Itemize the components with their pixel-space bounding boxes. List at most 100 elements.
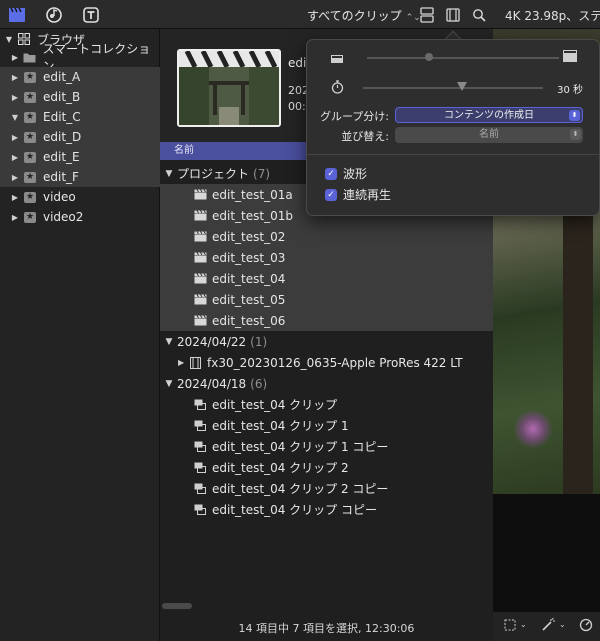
list-item-label: edit_test_06: [212, 313, 286, 328]
sidebar-item-label: edit_F: [43, 170, 79, 184]
disclosure-closed-icon[interactable]: ▶: [10, 73, 20, 82]
group-by-label: グループ分け:: [319, 110, 389, 123]
sidebar-item-edit-a[interactable]: ▶ ★ edit_A: [0, 67, 160, 87]
list-item[interactable]: edit_test_03: [160, 247, 493, 268]
project-clapper-icon: [193, 273, 207, 285]
clip-height-slider-knob[interactable]: [425, 53, 433, 61]
sidebar-item-edit-e[interactable]: ▶ ★ edit_E: [0, 147, 160, 167]
list-item-label: edit_test_04 クリップ: [212, 398, 338, 412]
disclosure-closed-icon[interactable]: ▶: [10, 193, 20, 202]
sidebar-item-edit-f[interactable]: ▶ ★ edit_F: [0, 167, 160, 187]
large-clip-height-icon: [563, 50, 577, 65]
disclosure-open-icon[interactable]: ▼: [10, 113, 20, 122]
group-label: 2024/04/18: [177, 376, 247, 391]
list-item-label: fx30_20230126_0635-Apple ProRes 422 LT: [207, 355, 463, 370]
waveforms-option[interactable]: ✓ 波形: [325, 165, 367, 182]
project-clapper-icon: [193, 315, 207, 327]
group-label: 2024/04/22: [177, 334, 247, 349]
popover-divider: [307, 154, 600, 155]
search-icon[interactable]: [469, 5, 489, 25]
clapper-library-icon[interactable]: [7, 5, 27, 25]
group-header-2024-04-18[interactable]: ▼ 2024/04/18 (6): [160, 373, 493, 394]
list-item[interactable]: edit_test_04 クリップ: [160, 394, 493, 415]
list-item[interactable]: ▶ fx30_20230126_0635-Apple ProRes 422 LT: [160, 352, 493, 373]
compound-clip-icon: [193, 420, 207, 432]
list-item[interactable]: edit_test_02: [160, 226, 493, 247]
disclosure-closed-icon[interactable]: ▶: [10, 173, 20, 182]
waveforms-checkbox[interactable]: ✓: [325, 167, 337, 180]
compound-clip-icon: [193, 462, 207, 474]
list-item[interactable]: edit_test_06: [160, 310, 493, 331]
clip-appearance-filmstrip-icon[interactable]: [443, 5, 463, 25]
continuous-playback-checkbox[interactable]: ✓: [325, 188, 337, 201]
sidebar-item-edit-b[interactable]: ▶ ★ edit_B: [0, 87, 160, 107]
list-item[interactable]: edit_test_04: [160, 268, 493, 289]
disclosure-closed-icon[interactable]: ▶: [10, 133, 20, 142]
project-clapper-icon: [193, 189, 207, 201]
speed-retime-icon[interactable]: [579, 618, 593, 634]
horizontal-scrollbar[interactable]: [162, 603, 192, 609]
sidebar-item-smart-collections[interactable]: ▶ スマートコレクション: [0, 42, 160, 73]
chevron-down-icon[interactable]: ⌄: [559, 620, 566, 636]
sidebar-item-video2[interactable]: ▶ ★ video2: [0, 207, 160, 227]
list-item-label: edit_test_04: [212, 271, 286, 286]
duration-slider-knob[interactable]: [457, 82, 467, 91]
chevron-down-icon[interactable]: ⌄: [520, 620, 527, 636]
list-item-label: edit_test_04 クリップ 1: [212, 419, 349, 433]
disclosure-closed-icon[interactable]: ▶: [10, 53, 20, 62]
disclosure-open-icon[interactable]: ▼: [163, 379, 175, 389]
event-star-icon: ★: [24, 191, 36, 203]
disclosure-closed-icon[interactable]: ▶: [10, 93, 20, 102]
duration-slider-track[interactable]: [363, 87, 543, 89]
updown-chevron-icon: ⬍: [569, 110, 580, 121]
group-by-select[interactable]: コンテンツの作成日 ⬍: [395, 107, 583, 123]
disclosure-closed-icon[interactable]: ▶: [10, 213, 20, 222]
project-clapper-icon: [193, 210, 207, 222]
titles-generators-icon[interactable]: [81, 5, 101, 25]
disclosure-open-icon[interactable]: ▼: [4, 35, 14, 44]
group-by-value: コンテンツの作成日: [444, 110, 534, 121]
list-item[interactable]: edit_test_04 クリップ 2: [160, 457, 493, 478]
continuous-playback-option[interactable]: ✓ 連続再生: [325, 186, 391, 203]
project-thumbnail[interactable]: [177, 49, 281, 127]
list-item[interactable]: edit_test_04 クリップ 1: [160, 415, 493, 436]
disclosure-open-icon[interactable]: ▼: [163, 169, 175, 179]
list-item-label: edit_test_04 クリップ 2 コピー: [212, 482, 389, 496]
list-item[interactable]: edit_test_04 クリップ 2 コピー: [160, 478, 493, 499]
sort-by-select[interactable]: 名前 ⬍: [395, 127, 583, 143]
list-item-label: edit_test_01a: [212, 187, 293, 202]
list-item-label: edit_test_05: [212, 292, 286, 307]
clip-filter-dropdown[interactable]: すべてのクリップ ⌃⌄: [307, 7, 421, 24]
magic-wand-enhance-icon[interactable]: [541, 617, 555, 634]
compound-clip-icon: [193, 504, 207, 516]
event-star-icon: ★: [24, 91, 36, 103]
sidebar-item-video[interactable]: ▶ ★ video: [0, 187, 160, 207]
list-item[interactable]: edit_test_04 クリップ 1 コピー: [160, 436, 493, 457]
event-star-icon: ★: [24, 211, 36, 223]
list-item[interactable]: edit_test_05: [160, 289, 493, 310]
clip-height-slider-track[interactable]: [367, 57, 559, 59]
group-count: (1): [250, 334, 268, 349]
compound-clip-icon: [193, 399, 207, 411]
list-item-label: edit_test_04 クリップ コピー: [212, 503, 377, 517]
grid-browser-icon: [17, 32, 31, 46]
compound-clip-icon: [193, 483, 207, 495]
list-item-label: edit_test_02: [212, 229, 286, 244]
disclosure-closed-icon[interactable]: ▶: [10, 153, 20, 162]
libraries-sidebar: ▼ ブラウザ ▶ スマートコレクション ▶ ★ edit_A ▶ ★ edit_…: [0, 29, 160, 641]
list-item-label: edit_test_04 クリップ 1 コピー: [212, 440, 389, 454]
list-item-label: edit_test_03: [212, 250, 286, 265]
list-view-icon[interactable]: [417, 5, 437, 25]
list-item[interactable]: edit_test_04 クリップ コピー: [160, 499, 493, 520]
viewer-format-info: 4K 23.98p、ステレ: [505, 9, 600, 23]
transform-crop-icon[interactable]: [503, 618, 517, 634]
photos-audio-icon[interactable]: [44, 5, 64, 25]
sidebar-item-edit-d[interactable]: ▶ ★ edit_D: [0, 127, 160, 147]
viewer-controls: ⌄ ⌄: [493, 612, 600, 641]
sidebar-item-label: edit_D: [43, 130, 82, 144]
disclosure-closed-icon[interactable]: ▶: [178, 358, 188, 367]
group-header-2024-04-22[interactable]: ▼ 2024/04/22 (1): [160, 331, 493, 352]
sidebar-item-edit-c[interactable]: ▼ ★ Edit_C: [0, 107, 160, 127]
folder-icon: [23, 50, 37, 64]
disclosure-open-icon[interactable]: ▼: [163, 337, 175, 347]
